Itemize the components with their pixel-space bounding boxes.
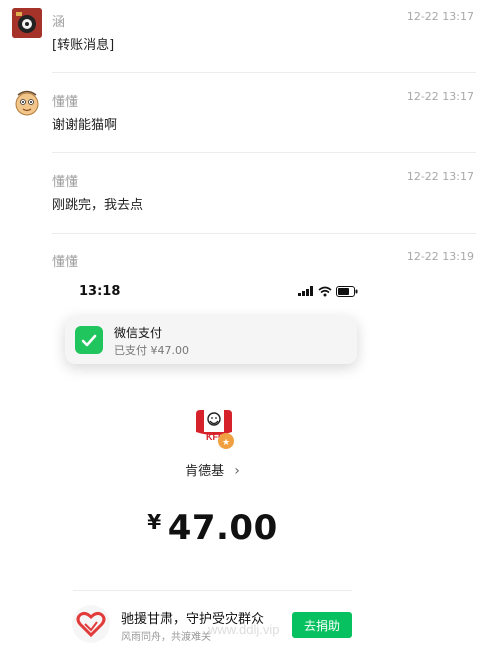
watermark: www.ddlj.vip <box>208 622 280 637</box>
sender-name: 涵 <box>52 15 66 30</box>
notification-body: 已支付 ¥47.00 <box>114 344 189 357</box>
heart-charity-icon <box>71 604 111 644</box>
merchant-name[interactable]: 肯德基 › <box>55 460 370 479</box>
merchant-label: 肯德基 <box>185 464 225 479</box>
sender-name: 懂懂 <box>52 175 79 190</box>
sender-name: 懂懂 <box>52 255 79 270</box>
message-time: 12-22 13:17 <box>406 10 474 23</box>
status-bar-icons <box>298 285 358 297</box>
payment-amount: ¥47.00 <box>55 508 370 548</box>
amount-value: 47.00 <box>167 508 278 548</box>
kfc-logo-icon: KFC ★ <box>192 408 236 452</box>
charity-subtitle: 风雨同舟，共渡难关 <box>121 632 211 643</box>
battery-icon <box>336 285 358 297</box>
wechat-pay-icon <box>75 326 103 354</box>
message-text[interactable]: 刚跳完，我去点 <box>52 194 143 213</box>
divider <box>73 590 352 591</box>
payment-notification[interactable]: 微信支付 已支付 ¥47.00 <box>65 316 357 364</box>
chevron-right-icon: › <box>234 463 240 479</box>
message-text[interactable]: 谢谢能猫啊 <box>52 114 117 133</box>
signal-icon <box>298 286 313 296</box>
donate-button[interactable]: 去捐助 <box>292 612 352 638</box>
divider <box>52 152 476 153</box>
wifi-icon <box>318 286 332 296</box>
status-bar-time: 13:18 <box>79 284 121 299</box>
avatar[interactable] <box>12 8 42 38</box>
currency-symbol: ¥ <box>147 510 162 534</box>
message-time: 12-22 13:17 <box>406 90 474 103</box>
avatar[interactable] <box>12 88 42 118</box>
svg-text:★: ★ <box>222 438 230 448</box>
notification-title: 微信支付 <box>114 326 163 340</box>
message-time: 12-22 13:19 <box>406 250 474 263</box>
divider <box>52 72 476 73</box>
message-text[interactable]: [转账消息] <box>52 34 114 53</box>
sender-name: 懂懂 <box>52 95 79 110</box>
divider <box>52 233 476 234</box>
message-time: 12-22 13:17 <box>406 170 474 183</box>
payment-screenshot-image[interactable]: 13:18 微信支付 已支付 ¥47.00 KFC ★ 肯德基 › ¥ 47.0… <box>55 274 370 650</box>
